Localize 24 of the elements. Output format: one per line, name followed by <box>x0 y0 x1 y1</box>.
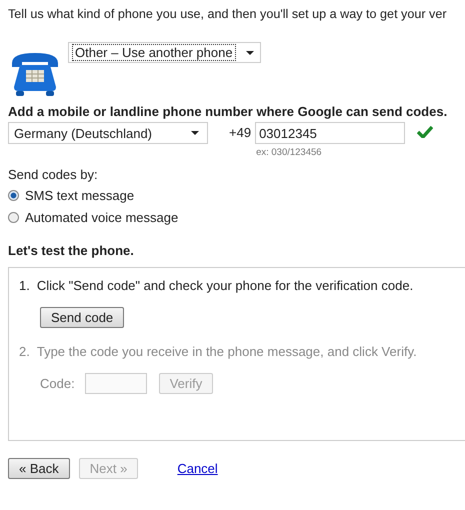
country-dropdown[interactable]: Germany (Deutschland) <box>8 122 208 144</box>
step-number: 2. <box>19 344 30 359</box>
phone-number-field[interactable]: 03012345 <box>255 122 406 144</box>
radio-button[interactable] <box>8 190 19 201</box>
radio-label: SMS text message <box>25 188 134 203</box>
format-hint: ex: 030/123456 <box>256 147 323 158</box>
step-text: Type the code you receive in the phone message, and click Verify. <box>36 344 417 359</box>
step-text: Click "Send code" and check your phone for the verification code. <box>36 278 414 293</box>
radio-label: Automated voice message <box>25 210 178 225</box>
step-number: 1. <box>19 278 30 293</box>
code-label: Code: <box>40 376 75 391</box>
radio-button[interactable] <box>8 212 19 223</box>
send-codes-label: Send codes by: <box>8 167 99 182</box>
intro-text: Tell us what kind of phone you use, and then you'll set up a way to get your ver <box>8 7 447 21</box>
phone-type-dropdown[interactable]: Other – Use another phone <box>68 42 261 63</box>
back-button[interactable]: « Back <box>8 458 70 479</box>
section-heading: Let's test the phone. <box>8 243 135 258</box>
country-code: +49 <box>229 125 252 140</box>
cancel-link[interactable]: Cancel <box>177 461 218 476</box>
telephone-icon <box>10 51 60 97</box>
section-heading: Add a mobile or landline phone number where Google can send codes. <box>8 104 448 119</box>
caret-icon <box>191 131 199 135</box>
caret-icon <box>246 50 254 54</box>
send-code-button[interactable]: Send code <box>40 307 124 328</box>
